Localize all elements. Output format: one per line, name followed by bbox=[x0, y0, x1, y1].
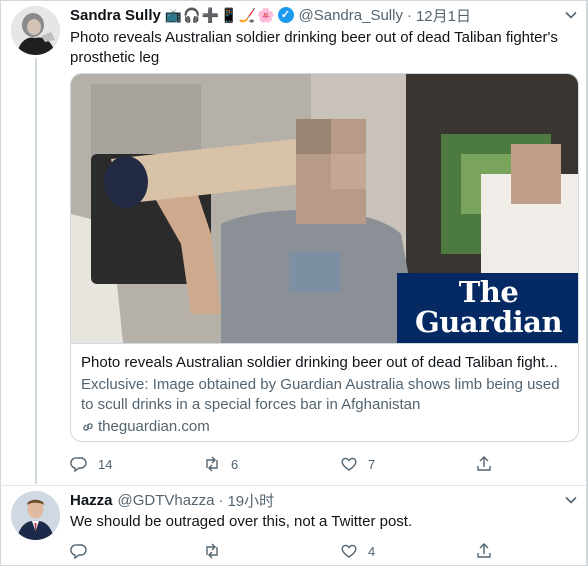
reply-count: 14 bbox=[98, 456, 113, 472]
card-title[interactable]: Photo reveals Australian soldier drinkin… bbox=[81, 353, 570, 373]
card-domain-row: theguardian.com bbox=[81, 417, 570, 437]
headphones-emoji: 🎧 bbox=[183, 7, 201, 23]
tweet-actions: 4 bbox=[70, 541, 500, 561]
like-count: 4 bbox=[368, 543, 376, 559]
author-handle[interactable]: @Sandra_Sully bbox=[299, 7, 403, 24]
hockey-emoji: 🏒 bbox=[238, 7, 257, 23]
heart-icon bbox=[341, 544, 357, 558]
tweet-actions: 14 6 7 bbox=[70, 454, 500, 474]
reply-header: Hazza @GDTVhazza · 19小时 bbox=[70, 490, 274, 510]
like-button[interactable]: 4 bbox=[340, 541, 375, 561]
verified-badge-icon: ✓ bbox=[277, 7, 294, 23]
reply-icon bbox=[70, 544, 87, 560]
chevron-down-icon[interactable] bbox=[564, 493, 578, 507]
retweet-icon bbox=[206, 543, 218, 559]
author-handle[interactable]: @GDTVhazza bbox=[118, 492, 215, 509]
retweet-count: 6 bbox=[231, 456, 239, 472]
card-body[interactable]: Photo reveals Australian soldier drinkin… bbox=[71, 343, 578, 441]
share-button[interactable] bbox=[475, 454, 493, 474]
tweet-time[interactable]: 19小时 bbox=[227, 490, 274, 511]
tweet-text: We should be outraged over this, not a T… bbox=[70, 513, 413, 530]
phone-emoji: 📱 bbox=[220, 7, 238, 23]
retweet-button[interactable]: 6 bbox=[203, 454, 238, 474]
tweet-time[interactable]: 12月1日 bbox=[416, 5, 471, 26]
share-icon bbox=[477, 456, 491, 471]
thread-connector bbox=[35, 58, 37, 484]
like-count: 7 bbox=[368, 456, 376, 472]
plus-emoji: ➕ bbox=[201, 7, 220, 23]
author-name[interactable]: Sandra Sully bbox=[70, 7, 161, 24]
logo-text-line1: The bbox=[458, 275, 519, 309]
retweet-button[interactable] bbox=[203, 541, 231, 561]
separator: · bbox=[218, 491, 224, 509]
reply-button[interactable] bbox=[70, 541, 98, 561]
logo-text-line2: Guardian bbox=[414, 305, 563, 339]
heart-icon bbox=[341, 457, 357, 471]
chevron-down-icon[interactable] bbox=[564, 8, 578, 22]
link-icon bbox=[83, 423, 93, 431]
share-icon bbox=[477, 543, 491, 558]
reply-icon bbox=[70, 457, 87, 473]
card-domain: theguardian.com bbox=[98, 418, 210, 435]
avatar[interactable] bbox=[11, 491, 60, 540]
author-name[interactable]: Hazza bbox=[70, 492, 113, 509]
retweet-icon bbox=[206, 456, 218, 472]
card-description: Exclusive: Image obtained by Guardian Au… bbox=[81, 376, 560, 413]
reply-button[interactable]: 14 bbox=[70, 454, 112, 474]
flower-emoji: 🌸 bbox=[257, 7, 275, 23]
card-image[interactable]: The Guardian bbox=[71, 74, 578, 343]
tweet-header: Sandra Sully 📺 🎧 ➕ 📱 🏒 🌸 ✓ @Sandra_Sully… bbox=[70, 5, 471, 25]
author-emoji: 📺 🎧 ➕ 📱 🏒 🌸 bbox=[165, 7, 275, 23]
separator: · bbox=[406, 6, 412, 24]
tweet-text: Photo reveals Australian soldier drinkin… bbox=[70, 29, 558, 66]
link-card[interactable]: The Guardian Photo reveals Australian so… bbox=[70, 73, 579, 442]
guardian-logo: The Guardian bbox=[397, 273, 578, 343]
avatar[interactable] bbox=[11, 6, 60, 55]
like-button[interactable]: 7 bbox=[340, 454, 375, 474]
tv-emoji: 📺 bbox=[164, 7, 183, 23]
share-button[interactable] bbox=[475, 541, 493, 561]
